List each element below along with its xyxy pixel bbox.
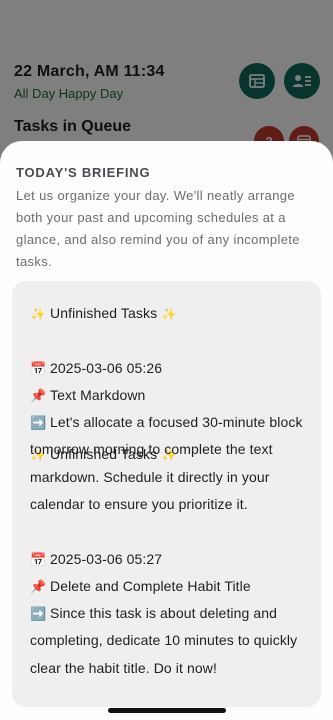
- task-datetime: 2025-03-06 05:27: [50, 551, 163, 567]
- unfinished-heading: ✨ Unfinished Tasks ✨: [30, 305, 181, 321]
- task-title-row: 📌 Text Markdown: [30, 387, 145, 404]
- task-suggestion: ➡️ Since this task is about deleting and …: [30, 600, 312, 682]
- unfinished-title: Unfinished Tasks: [50, 305, 158, 321]
- pin-emoji-icon: 📌: [30, 388, 47, 403]
- sparkle-icon: ✨: [161, 307, 177, 321]
- home-indicator[interactable]: [108, 708, 226, 713]
- task-title: Delete and Complete Habit Title: [50, 578, 251, 594]
- briefing-description: Let us organize your day. We'll neatly a…: [16, 188, 300, 269]
- task-datetime: 2025-03-06 05:26: [50, 360, 163, 376]
- task-title-row: 📌 Delete and Complete Habit Title: [30, 578, 251, 595]
- panel-content: ✨ Unfinished Tasks ✨ 📅 2025-03-06 05:26 📌 Te…: [12, 281, 321, 707]
- task-suggestion-text: Let's allocate a focused 30-minute block…: [30, 414, 303, 513]
- task-title: Text Markdown: [50, 387, 146, 403]
- arrow-emoji-icon: ➡️: [30, 415, 47, 430]
- task-suggestion: ➡️ Let's allocate a focused 30-minute blo…: [30, 409, 312, 519]
- arrow-emoji-icon: ➡️: [30, 606, 47, 621]
- calendar-emoji-icon: 📅: [30, 552, 47, 567]
- briefing-heading: TODAY'S BRIEFING: [16, 165, 151, 180]
- task-datetime-row: 📅 2025-03-06 05:26: [30, 360, 162, 377]
- sparkle-icon: ✨: [30, 307, 46, 321]
- task-datetime-row: 📅 2025-03-06 05:27: [30, 551, 162, 568]
- pin-emoji-icon: 📌: [30, 579, 47, 594]
- calendar-emoji-icon: 📅: [30, 361, 47, 376]
- task-suggestion-text: Since this task is about deleting and co…: [30, 605, 298, 676]
